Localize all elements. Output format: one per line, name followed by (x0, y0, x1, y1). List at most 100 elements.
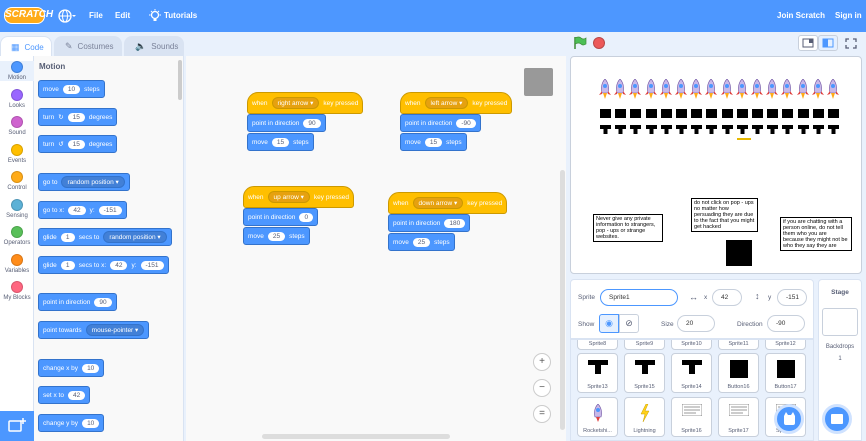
t-shape-sprite[interactable] (752, 109, 763, 120)
menu-tutorials[interactable]: Tutorials (164, 11, 197, 20)
block-go-to[interactable]: go to random position ▾ (38, 173, 130, 191)
block-change-x[interactable]: change x by 10 (38, 359, 105, 377)
tab-code[interactable]: ▦ Code (0, 36, 52, 57)
rocket-sprite[interactable] (811, 78, 824, 101)
stop-button[interactable] (593, 37, 605, 49)
add-extension-button[interactable] (0, 411, 34, 441)
rocket-sprite[interactable] (644, 78, 657, 101)
block-input[interactable]: -151 (98, 205, 122, 215)
choose-backdrop-button[interactable] (822, 404, 852, 434)
sign-in-link[interactable]: Sign in (835, 11, 862, 20)
sprite-tile[interactable]: Sprite8 (577, 340, 618, 350)
t-shape-sprite[interactable] (812, 109, 824, 120)
t-shape-sprite[interactable] (660, 109, 672, 120)
block-input[interactable]: 15 (67, 139, 85, 149)
t-shape-sprite[interactable] (767, 109, 779, 120)
block-input[interactable]: 42 (68, 205, 86, 215)
block-input[interactable]: 10 (62, 84, 81, 94)
block-input[interactable]: 42 (110, 260, 128, 270)
block-input[interactable]: 10 (82, 363, 100, 373)
rocket-sprite[interactable] (720, 78, 733, 101)
rocket-sprite[interactable] (735, 78, 748, 101)
sprite-tile[interactable]: Sprite17 (718, 397, 759, 437)
sprite-tile[interactable]: Sprite12 (765, 340, 806, 350)
t-shape-sprite[interactable] (600, 109, 611, 120)
menu-edit[interactable]: Edit (115, 11, 130, 20)
hide-sprite-toggle[interactable]: ⊘ (619, 314, 639, 333)
normal-stage-button[interactable] (818, 35, 838, 51)
move-steps-block[interactable]: move 15 steps (247, 133, 314, 151)
when-key-pressed-block[interactable]: when up arrow ▾ key pressed (243, 186, 354, 208)
small-stage-button[interactable] (798, 35, 818, 51)
t-shape-sprite[interactable] (812, 125, 824, 136)
workspace-vertical-scrollbar[interactable] (560, 170, 565, 430)
y-position-input[interactable]: -151 (777, 289, 807, 306)
block-input[interactable]: 42 (67, 390, 86, 400)
tab-costumes[interactable]: ✎ Costumes (54, 36, 122, 56)
rocket-sprite[interactable] (629, 78, 642, 101)
category-sound[interactable]: Sound (0, 116, 34, 136)
t-shape-sprite[interactable] (782, 125, 794, 136)
block-glide-to[interactable]: glide 1 secs to random position ▾ (38, 228, 172, 246)
t-shape-sprite[interactable] (676, 109, 687, 120)
block-input[interactable]: -151 (140, 260, 164, 270)
when-key-pressed-block[interactable]: when left arrow ▾ key pressed (400, 92, 513, 114)
block-glide-to-xy[interactable]: glide 1 secs to x: 42 y: -151 (38, 256, 169, 274)
key-dropdown[interactable]: down arrow ▾ (412, 197, 464, 209)
rocket-sprite[interactable] (675, 78, 687, 101)
choose-sprite-button[interactable] (774, 404, 804, 434)
point-in-direction-block[interactable]: point in direction -90 (400, 114, 481, 132)
key-dropdown[interactable]: up arrow ▾ (267, 191, 310, 203)
t-shape-sprite[interactable] (721, 125, 733, 136)
show-sprite-toggle[interactable]: ◉ (599, 314, 619, 333)
fullscreen-button[interactable] (842, 35, 860, 51)
t-shape-sprite[interactable] (645, 125, 657, 136)
glide-dropdown[interactable]: random position ▾ (103, 231, 167, 243)
t-shape-sprite[interactable] (645, 109, 657, 120)
block-turn-right[interactable]: turn ↻ 15 degrees (38, 108, 118, 126)
sprite-tile[interactable]: Sprite16 (671, 397, 712, 437)
t-shape-sprite[interactable] (660, 125, 672, 136)
sprite-tile[interactable]: Button17 (765, 353, 806, 393)
category-sensing[interactable]: Sensing (0, 198, 34, 219)
t-shape-sprite[interactable] (630, 109, 642, 120)
stage-thumbnail[interactable] (822, 308, 858, 336)
rocket-sprite[interactable] (766, 78, 779, 101)
sprite-tile[interactable]: Rocketshi... (577, 397, 618, 437)
block-input[interactable]: 90 (94, 297, 112, 307)
move-steps-block[interactable]: move 25 steps (243, 227, 310, 245)
t-shape-sprite[interactable] (706, 125, 718, 136)
point-in-direction-block[interactable]: point in direction 90 (247, 114, 326, 132)
t-shape-sprite[interactable] (767, 125, 779, 136)
menu-file[interactable]: File (89, 11, 103, 20)
sprite-tile[interactable]: Sprite11 (718, 340, 759, 350)
sprite-tile[interactable]: Lightning (624, 397, 665, 437)
black-button-sprite[interactable] (726, 240, 752, 266)
t-shape-sprite[interactable] (736, 109, 748, 120)
stage-canvas[interactable]: Never give any private information to st… (570, 56, 862, 274)
goto-dropdown[interactable]: random position ▾ (61, 176, 125, 188)
rocket-sprite[interactable] (705, 78, 718, 101)
t-shape-sprite[interactable] (828, 125, 839, 136)
t-shape-sprite[interactable] (676, 125, 687, 136)
block-point-towards[interactable]: point towards mouse-pointer ▾ (38, 321, 150, 339)
t-shape-sprite[interactable] (752, 125, 763, 136)
globe-icon[interactable] (58, 9, 76, 25)
t-shape-sprite[interactable] (782, 109, 794, 120)
move-steps-block[interactable]: move 25 steps (388, 233, 455, 251)
block-change-y[interactable]: change y by 10 (38, 414, 105, 432)
size-input[interactable]: 20 (677, 315, 715, 332)
category-motion[interactable]: Motion (0, 61, 34, 81)
key-dropdown[interactable]: left arrow ▾ (424, 97, 469, 109)
when-key-pressed-block[interactable]: when down arrow ▾ key pressed (388, 192, 508, 214)
block-input[interactable]: 1 (60, 260, 75, 270)
rocket-sprite[interactable] (690, 78, 703, 101)
rocket-sprite[interactable] (614, 78, 627, 101)
rocket-sprite[interactable] (659, 78, 672, 101)
block-input[interactable]: 1 (60, 232, 75, 242)
block-input[interactable]: -90 (456, 118, 476, 128)
move-steps-block[interactable]: move 15 steps (400, 133, 467, 151)
block-input[interactable]: 180 (444, 218, 466, 228)
point-in-direction-block[interactable]: point in direction 180 (388, 214, 471, 232)
rocket-sprite[interactable] (796, 78, 809, 101)
